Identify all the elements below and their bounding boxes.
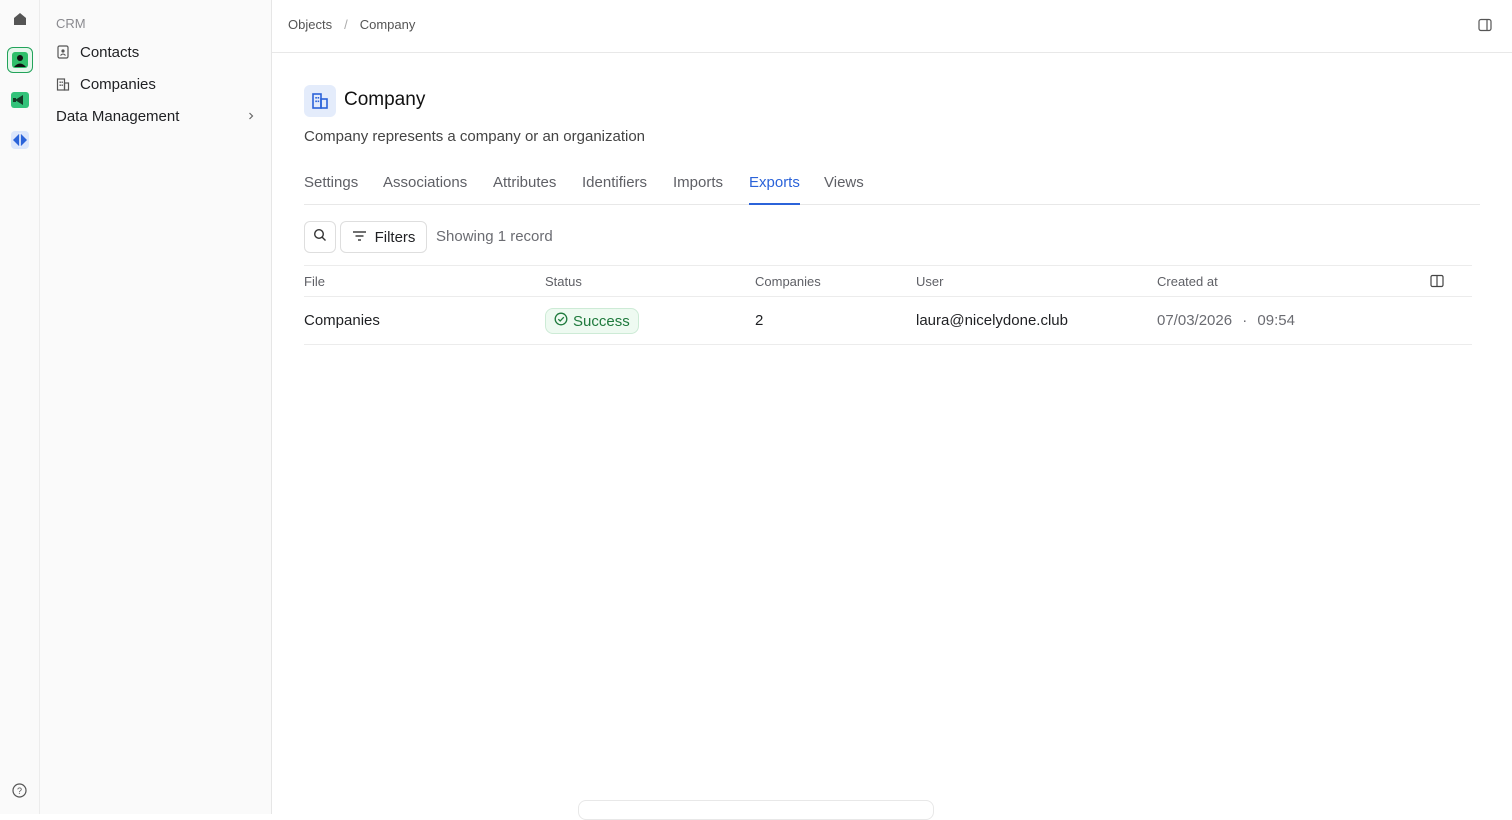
sidebar-section-label: CRM (56, 16, 86, 31)
tab-imports[interactable]: Imports (673, 174, 723, 205)
status-badge: Success (545, 308, 639, 334)
table-row[interactable]: Companies Success 2 laura@nicelydone.clu… (304, 297, 1472, 345)
page-description: Company represents a company or an organ… (304, 128, 646, 145)
column-header-status[interactable]: Status (545, 274, 582, 289)
created-time: 09:54 (1257, 312, 1295, 329)
page-title: Company (344, 89, 426, 110)
company-object-icon (304, 85, 336, 117)
filter-icon (352, 229, 367, 246)
check-circle-icon (554, 312, 568, 330)
tab-attributes[interactable]: Attributes (493, 174, 556, 205)
tab-associations[interactable]: Associations (383, 174, 467, 205)
search-icon (313, 228, 327, 247)
sidebar-group-data-management[interactable]: Data Management (56, 104, 256, 128)
contact-book-icon (56, 44, 72, 60)
cell-file: Companies (304, 312, 380, 329)
dot-separator: · (1242, 312, 1248, 329)
meet-app-icon[interactable] (7, 87, 33, 113)
table-header: File Status Companies User Created at (304, 265, 1472, 297)
breadcrumb: Objects / Company (288, 17, 415, 32)
tab-identifiers[interactable]: Identifiers (582, 174, 647, 205)
column-header-companies[interactable]: Companies (755, 274, 821, 289)
sidebar: CRM Contacts Companies Data Management (40, 0, 272, 814)
exports-table: File Status Companies User Created at Co… (304, 265, 1472, 345)
column-header-file[interactable]: File (304, 274, 325, 289)
home-icon[interactable] (7, 6, 33, 32)
status-label: Success (573, 312, 630, 330)
cell-user: laura@nicelydone.club (916, 312, 1068, 329)
data-app-icon[interactable] (7, 127, 33, 153)
panel-toggle-icon[interactable] (1478, 18, 1494, 34)
tab-exports[interactable]: Exports (749, 174, 800, 205)
column-header-user[interactable]: User (916, 274, 943, 289)
app-rail: ? (0, 0, 40, 814)
tab-settings[interactable]: Settings (304, 174, 358, 205)
sidebar-item-label: Contacts (80, 43, 140, 61)
record-count: Showing 1 record (436, 228, 553, 245)
search-button[interactable] (304, 221, 336, 253)
tab-bar: Settings Associations Attributes Identif… (304, 160, 1480, 205)
sidebar-item-contacts[interactable]: Contacts (56, 40, 139, 64)
cell-created-at: 07/03/2026 · 09:54 (1157, 312, 1295, 329)
created-date: 07/03/2026 (1157, 312, 1233, 329)
bottom-floating-bar (578, 800, 934, 820)
sidebar-group-label: Data Management (56, 107, 180, 125)
crm-app-icon[interactable] (7, 47, 33, 73)
sidebar-item-companies[interactable]: Companies (56, 72, 156, 96)
filters-label: Filters (374, 228, 416, 246)
filters-button[interactable]: Filters (340, 221, 427, 253)
column-header-created-at[interactable]: Created at (1157, 274, 1218, 289)
chevron-right-icon (246, 108, 256, 125)
sidebar-item-label: Companies (80, 75, 156, 93)
cell-companies: 2 (755, 312, 764, 329)
svg-text:?: ? (17, 786, 22, 796)
top-bar: Objects / Company (272, 0, 1512, 53)
tab-views[interactable]: Views (824, 174, 864, 205)
breadcrumb-objects[interactable]: Objects (288, 17, 332, 32)
help-icon[interactable]: ? (12, 783, 27, 798)
breadcrumb-separator: / (344, 17, 348, 32)
breadcrumb-current: Company (359, 17, 416, 32)
columns-icon[interactable] (1430, 274, 1444, 288)
building-icon (56, 76, 72, 92)
